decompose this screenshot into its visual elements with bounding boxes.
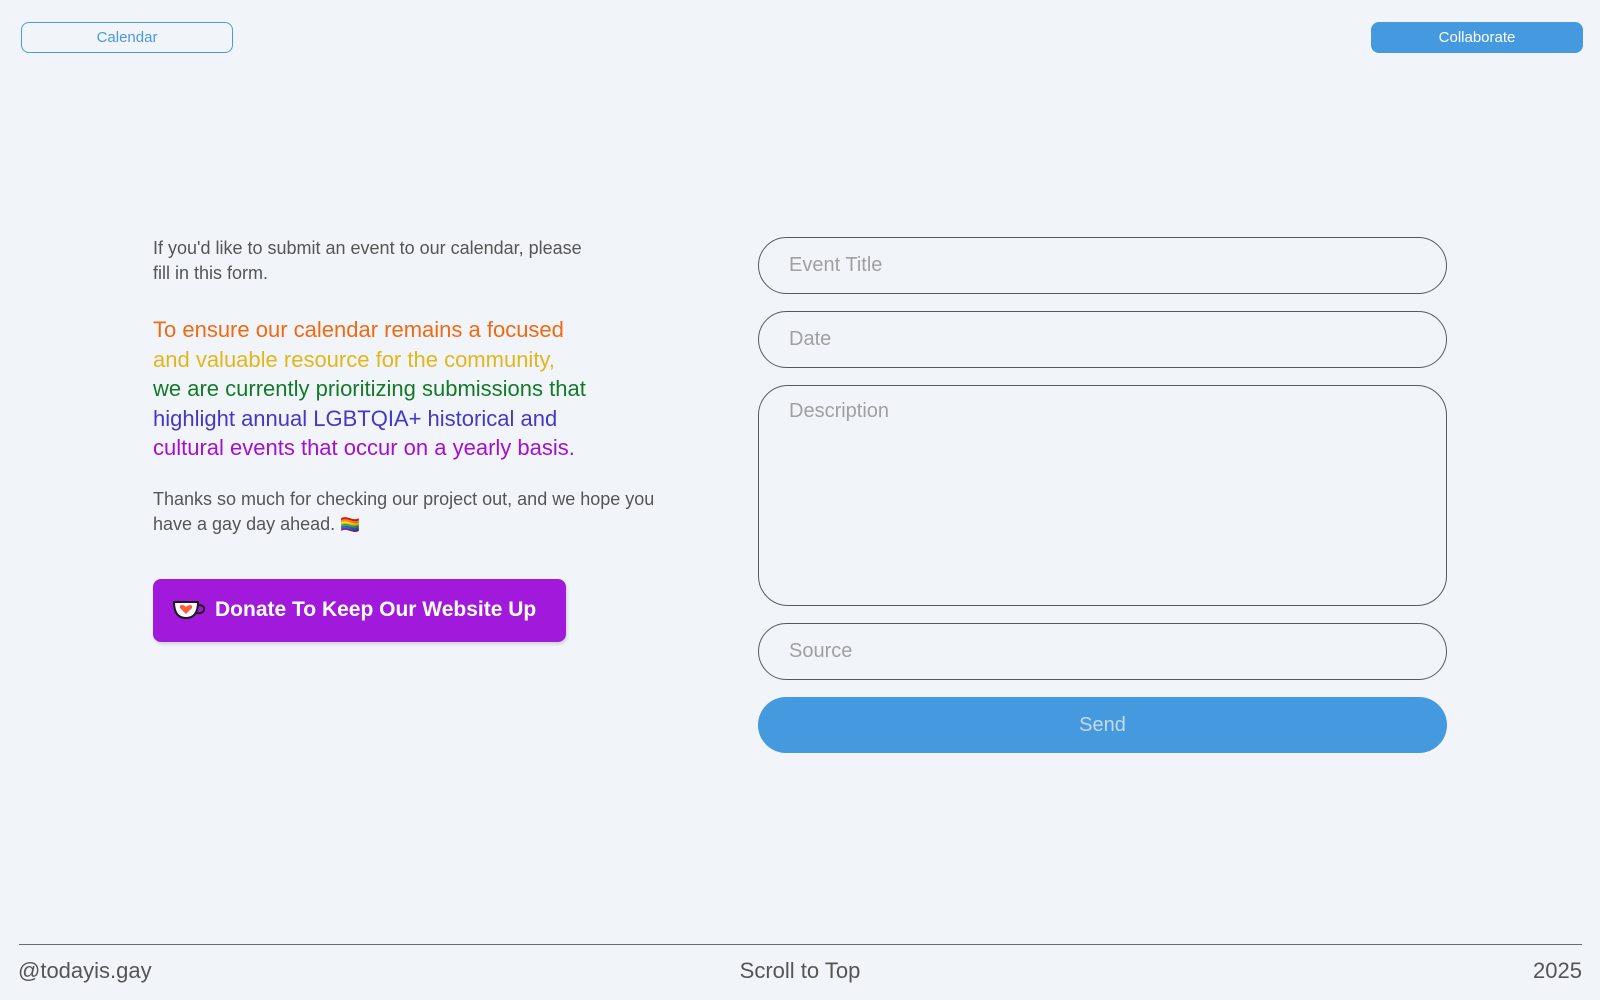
event-form: Send <box>758 237 1447 753</box>
notice-line: cultural events that occur on a yearly b… <box>153 435 575 461</box>
donate-button[interactable]: Donate To Keep Our Website Up <box>153 578 566 642</box>
calendar-button[interactable]: Calendar <box>21 22 233 53</box>
donate-label: Donate To Keep Our Website Up <box>215 598 537 622</box>
notice-line: highlight annual LGBTQIA+ historical and <box>153 405 558 431</box>
footer-year: 2025 <box>1533 958 1582 983</box>
event-title-input[interactable] <box>758 237 1447 294</box>
send-button[interactable]: Send <box>758 697 1447 753</box>
scroll-to-top-link[interactable]: Scroll to Top <box>0 958 1600 984</box>
coffee-cup-heart-icon <box>171 598 207 622</box>
description-textarea[interactable] <box>758 385 1447 606</box>
page: Calendar Collaborate If you'd like to su… <box>0 0 1600 1000</box>
notice-line: we are currently prioritizing submission… <box>153 376 586 402</box>
submission-notice: To ensure our calendar remains a focused… <box>153 315 673 463</box>
thanks-message: Thanks so much for checking our project … <box>153 488 655 534</box>
notice-line: and valuable resource for the community, <box>153 346 555 372</box>
rainbow-flag-icon: 🏳️‍🌈 <box>340 516 361 534</box>
date-input[interactable] <box>758 311 1447 368</box>
thanks-text: Thanks so much for checking our project … <box>153 487 693 538</box>
footer-divider <box>19 944 1582 945</box>
source-input[interactable] <box>758 623 1447 680</box>
collaborate-button[interactable]: Collaborate <box>1371 22 1583 53</box>
info-column: If you'd like to submit an event to our … <box>153 236 693 642</box>
intro-text: If you'd like to submit an event to our … <box>153 238 582 283</box>
notice-line: To ensure our calendar remains a focused <box>153 317 564 342</box>
